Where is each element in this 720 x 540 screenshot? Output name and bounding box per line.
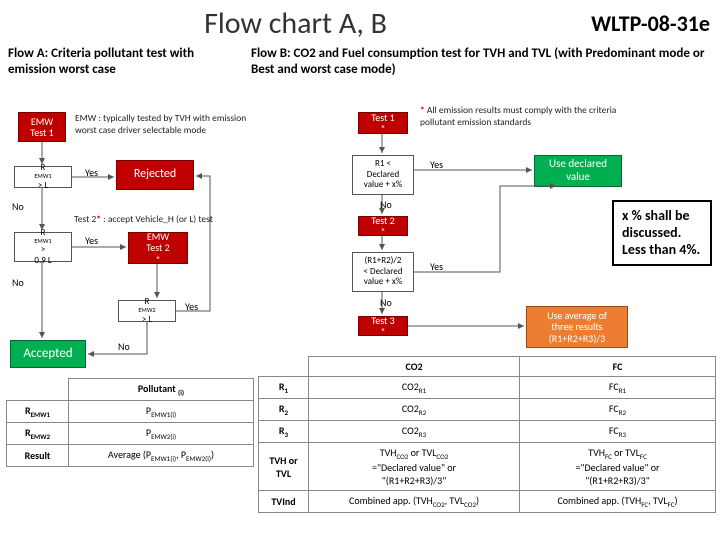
use-avg: Use average of three results (R1+R2+R3)/… — [526, 306, 628, 348]
flow-a-subtitle: Flow A: Criteria pollutant test with emi… — [8, 46, 243, 77]
decision-remw1-gt-l: REMW1 > L — [14, 166, 72, 188]
header: Flow chart A, B WLTP-08-31e — [0, 0, 720, 46]
tr2c1: REMW2 — [7, 423, 69, 445]
emw-test-1: EMW Test 1 — [18, 112, 66, 142]
test-2: Test 2* — [358, 216, 408, 236]
yes-b1: Yes — [430, 158, 443, 171]
star-note: * All emission results must comply with … — [420, 104, 620, 128]
doc-id: WLTP-08-31e — [591, 10, 720, 37]
th-pollutant: Pollutant (i) — [69, 379, 254, 401]
flow-a-table: Pollutant (i) REMW1PEMW1(i) REMW2PEMW2(i… — [6, 378, 254, 467]
decision-r1-declared: R1 < Declared value + x% — [352, 155, 414, 195]
emw-test-2: EMWTest 2 * — [128, 232, 188, 264]
yes-1: Yes — [85, 166, 98, 179]
accepted: Accepted — [10, 340, 86, 368]
test-1: Test 1* — [358, 112, 408, 134]
no-2: No — [12, 276, 24, 289]
callout-x-percent: x % shall be discussed. Less than 4%. — [612, 200, 712, 266]
emw-note: EMW : typically tested by TVH with emiss… — [75, 112, 250, 136]
subtitles: Flow A: Criteria pollutant test with emi… — [0, 46, 720, 77]
yes-b2: Yes — [430, 260, 443, 273]
flow-b-subtitle: Flow B: CO2 and Fuel consumption test fo… — [251, 46, 712, 77]
flow-b-table: CO2FC R1CO2R1FCR1 R2CO2R2FCR2 R3CO2R3FCR… — [258, 356, 716, 513]
use-declared: Use declared value — [534, 155, 622, 187]
tr3c2: Average (PEMW1(i), PEMW2(i)) — [69, 445, 254, 467]
no-3: No — [118, 340, 130, 353]
no-b2: No — [380, 296, 392, 309]
tr2c2: PEMW2(i) — [69, 423, 254, 445]
th-co2: CO2 — [309, 357, 520, 377]
yes-2: Yes — [85, 234, 98, 247]
th-fc: FC — [520, 357, 716, 377]
tr1c2: PEMW1(i) — [69, 401, 254, 423]
tr3c1: Result — [7, 445, 69, 467]
decision-remw1-gt-09l: REMW1>0.9 L — [14, 232, 72, 262]
decision-avg-declared: (R1+R2)/2 < Declared value + x% — [352, 252, 414, 292]
no-b1: No — [380, 198, 392, 211]
test2-note: Test 2* : accept Vehicle_H (or L) test — [74, 213, 249, 225]
tr1c1: REMW1 — [7, 401, 69, 423]
decision-remw2-gt-l: REMW2 > L — [118, 300, 176, 322]
rejected: Rejected — [116, 160, 194, 190]
page-title: Flow chart A, B — [0, 5, 591, 42]
yes-3: Yes — [185, 300, 198, 313]
test-3: Test 3* — [358, 316, 408, 336]
no-1: No — [12, 200, 24, 213]
